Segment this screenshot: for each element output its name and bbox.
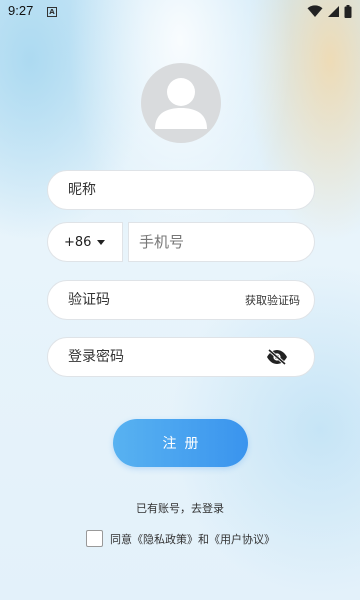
battery-icon <box>344 5 352 18</box>
user-icon <box>155 78 207 129</box>
agreement-checkbox[interactable] <box>86 530 103 547</box>
eye-off-icon[interactable] <box>266 349 288 365</box>
phone-field[interactable] <box>128 222 315 262</box>
phone-input[interactable] <box>139 233 314 251</box>
notification-badge: A <box>47 7 57 17</box>
agreement-row: 同意《隐私政策》和《用户协议》 <box>86 530 275 547</box>
status-time: 9:27 <box>8 3 34 18</box>
country-code-value: +86 <box>64 234 92 250</box>
nickname-input[interactable] <box>68 182 314 198</box>
password-input[interactable] <box>68 349 248 365</box>
wifi-icon <box>307 5 323 17</box>
verification-code-input[interactable] <box>68 292 218 308</box>
avatar[interactable] <box>141 63 221 143</box>
get-code-button[interactable]: 获取验证码 <box>245 292 300 308</box>
password-field[interactable] <box>47 337 315 377</box>
caret-down-icon <box>97 239 106 245</box>
login-link[interactable]: 已有账号，去登录 <box>0 500 360 516</box>
agreement-text: 同意《隐私政策》和《用户协议》 <box>110 531 275 547</box>
status-icons <box>307 5 352 18</box>
privacy-policy-link[interactable]: 《隐私政策》 <box>132 533 198 546</box>
country-code-select[interactable]: +86 <box>47 222 123 262</box>
signal-icon <box>328 6 339 17</box>
status-bar: 9:27 A <box>0 0 360 24</box>
agreement-and: 和 <box>198 532 209 546</box>
nickname-field[interactable] <box>47 170 315 210</box>
agreement-prefix: 同意 <box>110 532 132 546</box>
register-button[interactable]: 注册 <box>113 419 248 467</box>
user-agreement-link[interactable]: 《用户协议》 <box>209 533 275 546</box>
verification-code-field[interactable]: 获取验证码 <box>47 280 315 320</box>
